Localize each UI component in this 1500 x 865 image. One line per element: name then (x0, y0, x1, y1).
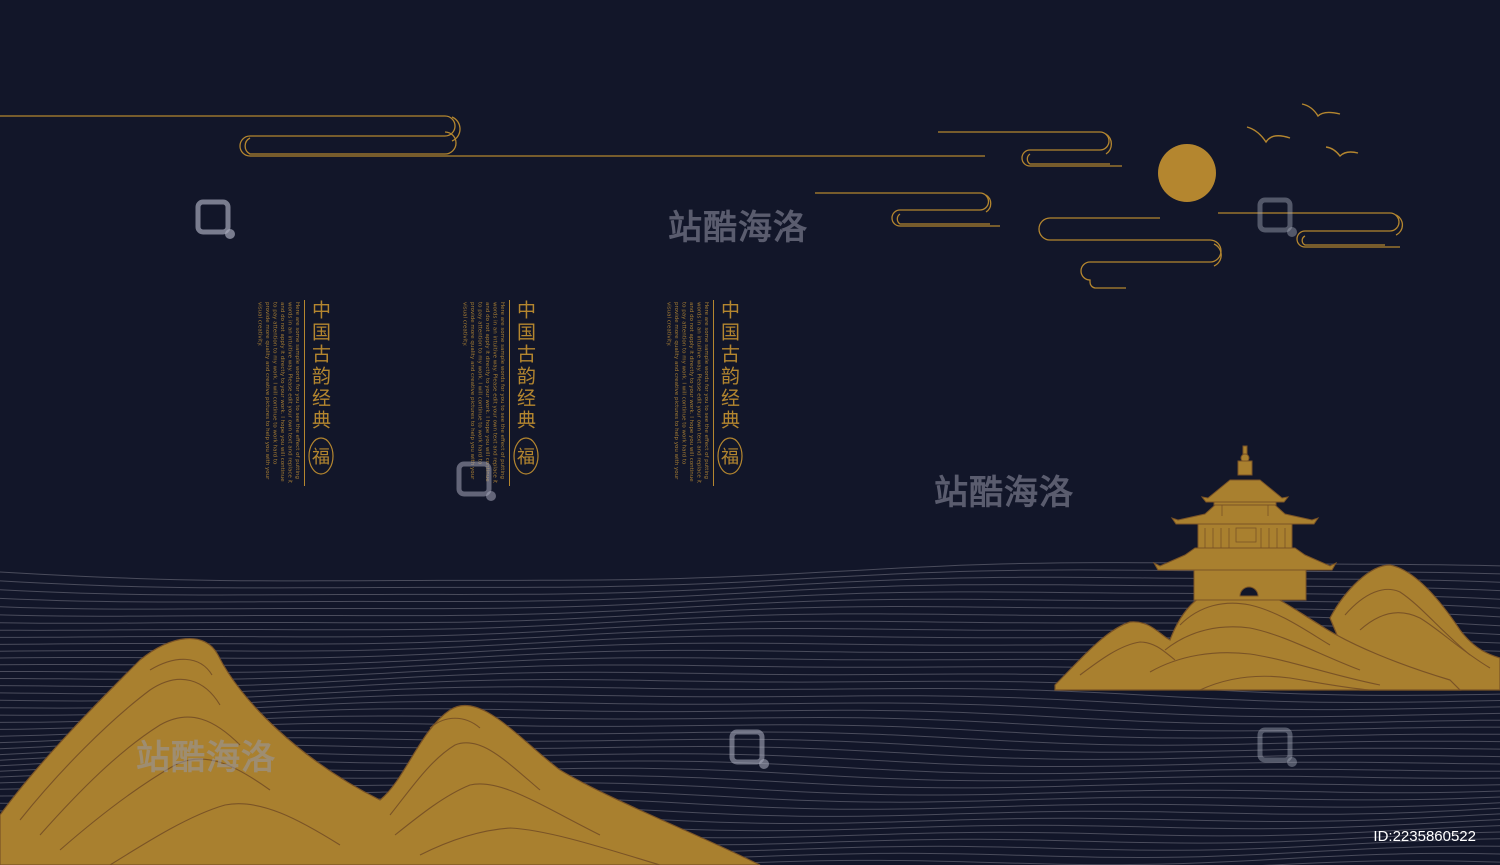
seal-icon: 福 (513, 437, 539, 475)
watermark-logo-icon (729, 729, 769, 769)
panel-title: 中国古韵经典 (718, 300, 740, 432)
panel-body: Here are some sample words for you to se… (665, 302, 710, 484)
panel-title: 中国古韵经典 (309, 300, 331, 432)
seal-icon: 福 (717, 437, 743, 475)
image-id-label: ID:2235860522 (1373, 828, 1476, 845)
svg-text:福: 福 (721, 447, 739, 468)
watermark-logo-icon (1257, 727, 1297, 767)
watermark-logo-icon (1257, 197, 1297, 237)
pavilion-icon (1152, 445, 1338, 601)
moon-icon (1158, 144, 1216, 202)
seal-icon: 福 (308, 437, 334, 475)
divider (509, 300, 510, 486)
svg-text:福: 福 (312, 447, 330, 468)
watermark-logo-icon (195, 199, 235, 239)
watermark-text: 站酷海洛 (136, 738, 276, 778)
panel-title: 中国古韵经典 (514, 300, 536, 432)
watermark-text: 站酷海洛 (934, 473, 1074, 513)
text-panel-1: 中国古韵经典 Here are some sample words for yo… (232, 300, 342, 490)
panel-body: Here are some sample words for you to se… (256, 302, 301, 484)
watermark-text: 站酷海洛 (668, 208, 808, 248)
text-panel-3: 中国古韵经典 Here are some sample words for yo… (641, 300, 751, 490)
divider (713, 300, 714, 486)
artwork-canvas: 中国古韵经典 Here are some sample words for yo… (0, 0, 1500, 865)
bird-icon (1246, 103, 1359, 158)
divider (304, 300, 305, 486)
panel-body: Here are some sample words for you to se… (461, 302, 506, 484)
svg-text:福: 福 (517, 447, 535, 468)
watermark-logo-icon (456, 461, 496, 501)
